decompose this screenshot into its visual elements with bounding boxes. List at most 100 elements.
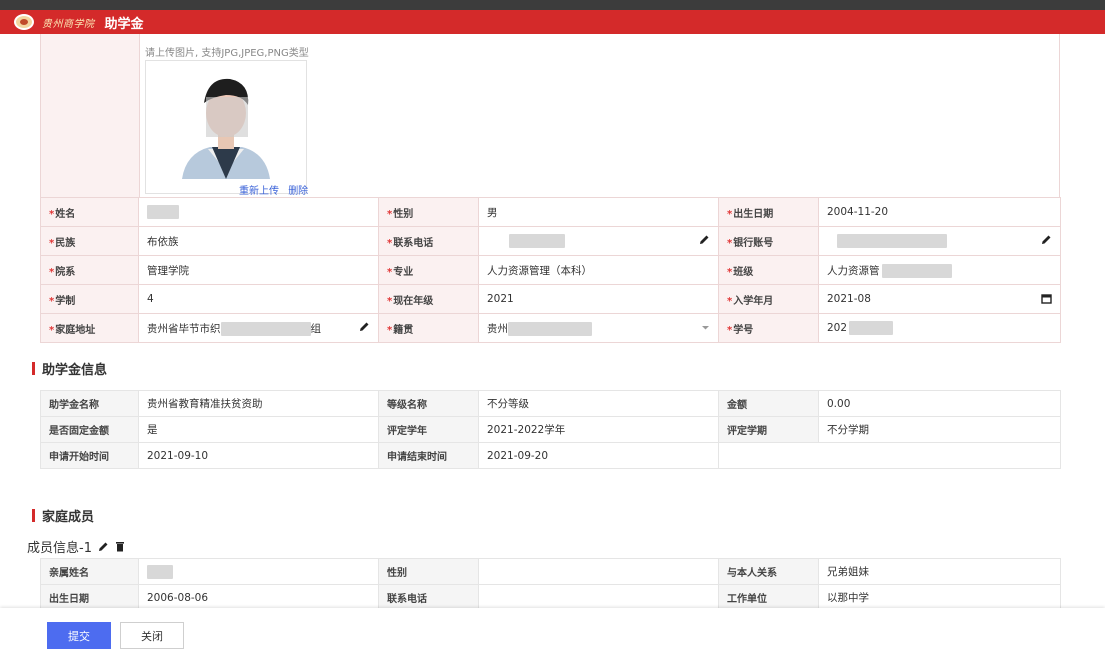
gender-field[interactable]: 男 [478, 197, 719, 227]
grant-name-value: 贵州省教育精准扶贫资助 [138, 390, 379, 417]
relation-label: 与本人关系 [718, 558, 819, 585]
phone-field[interactable] [478, 226, 719, 256]
grant-level-label: 等级名称 [378, 390, 479, 417]
phone-label: *联系电话 [378, 226, 479, 256]
upload-hint: 请上传图片, 支持JPG,JPEG,PNG类型 [145, 48, 309, 59]
ethnic-field[interactable]: 布依族 [138, 226, 379, 256]
pencil-icon[interactable] [1041, 234, 1052, 245]
student-photo-image [146, 61, 306, 193]
table-row: 是否固定金额 是 评定学年 2021-2022学年 评定学期 不分学期 [40, 416, 1061, 443]
gender-label: *性别 [378, 197, 479, 227]
grant-section-title: 助学金信息 [32, 359, 107, 378]
personal-info-table: *姓名 *性别 男 *出生日期 2004-11-20 *民族 布依族 *联系电话… [40, 197, 1061, 343]
photo-actions: 重新上传 删除 [239, 182, 314, 197]
duration-label: *学制 [40, 284, 139, 314]
relative-name-label: 亲属姓名 [40, 558, 139, 585]
duration-field[interactable]: 4 [138, 284, 379, 314]
close-button[interactable]: 关闭 [120, 622, 184, 649]
grade-label: *现在年级 [378, 284, 479, 314]
origin-select[interactable]: 贵州 [478, 313, 719, 343]
college-field[interactable]: 管理学院 [138, 255, 379, 285]
chevron-down-icon[interactable] [701, 323, 710, 332]
assess-term-value: 不分学期 [818, 416, 1061, 443]
photo-label-cell [41, 34, 140, 197]
empty-cell [718, 442, 1061, 469]
relative-birth-value: 2006-08-06 [138, 584, 379, 611]
apply-start-label: 申请开始时间 [40, 442, 139, 469]
table-row: *民族 布依族 *联系电话 *银行账号 [40, 226, 1061, 256]
section-marker [32, 362, 35, 375]
student-id-label: *学号 [718, 313, 819, 343]
school-logo-icon [14, 14, 34, 30]
window-top-edge [0, 0, 1105, 10]
grant-amount-value: 0.00 [818, 390, 1061, 417]
submit-button[interactable]: 提交 [47, 622, 111, 649]
relative-name-value [138, 558, 379, 585]
enroll-date-picker[interactable]: 2021-08 [818, 284, 1061, 314]
section-marker [32, 509, 35, 522]
table-row: *学制 4 *现在年级 2021 *入学年月 2021-08 [40, 284, 1061, 314]
grant-name-label: 助学金名称 [40, 390, 139, 417]
ethnic-label: *民族 [40, 226, 139, 256]
apply-end-label: 申请结束时间 [378, 442, 479, 469]
table-row: 助学金名称 贵州省教育精准扶贫资助 等级名称 不分等级 金额 0.00 [40, 390, 1061, 417]
school-logo-text: 贵州商学院 [42, 18, 95, 30]
apply-end-value: 2021-09-20 [478, 442, 719, 469]
work-unit-label: 工作单位 [718, 584, 819, 611]
fixed-amount-label: 是否固定金额 [40, 416, 139, 443]
class-field[interactable]: 人力资源管 [818, 255, 1061, 285]
table-row: *院系 管理学院 *专业 人力资源管理（本科） *班级 人力资源管 [40, 255, 1061, 285]
member-title: 成员信息-1 [27, 537, 125, 556]
address-field[interactable]: 贵州省毕节市织组 [138, 313, 379, 343]
enroll-label: *入学年月 [718, 284, 819, 314]
assess-year-value: 2021-2022学年 [478, 416, 719, 443]
assess-term-label: 评定学期 [718, 416, 819, 443]
pencil-icon[interactable] [699, 234, 710, 245]
trash-icon[interactable] [115, 541, 125, 552]
relative-birth-label: 出生日期 [40, 584, 139, 611]
action-bar: 提交 关闭 [0, 608, 1105, 660]
major-field[interactable]: 人力资源管理（本科） [478, 255, 719, 285]
delete-photo-link[interactable]: 删除 [288, 186, 308, 197]
table-row: *姓名 *性别 男 *出生日期 2004-11-20 [40, 197, 1061, 227]
table-row: 申请开始时间 2021-09-10 申请结束时间 2021-09-20 [40, 442, 1061, 469]
grant-level-value: 不分等级 [478, 390, 719, 417]
reupload-link[interactable]: 重新上传 [239, 186, 279, 197]
assess-year-label: 评定学年 [378, 416, 479, 443]
birth-field[interactable]: 2004-11-20 [818, 197, 1061, 227]
relative-phone-label: 联系电话 [378, 584, 479, 611]
bank-label: *银行账号 [718, 226, 819, 256]
member-info-table: 亲属姓名 性别 与本人关系 兄弟姐妹 出生日期 2006-08-06 联系电话 … [40, 558, 1061, 611]
table-row: 亲属姓名 性别 与本人关系 兄弟姐妹 [40, 558, 1061, 585]
page-title: 助学金 [104, 16, 144, 32]
class-label: *班级 [718, 255, 819, 285]
calendar-icon[interactable] [1041, 293, 1052, 304]
name-field[interactable] [138, 197, 379, 227]
relative-gender-value [478, 558, 719, 585]
table-row: 出生日期 2006-08-06 联系电话 工作单位 以那中学 [40, 584, 1061, 611]
table-row: *家庭地址 贵州省毕节市织组 *籍贯 贵州 *学号 202 [40, 313, 1061, 343]
bank-field[interactable] [818, 226, 1061, 256]
grant-amount-label: 金额 [718, 390, 819, 417]
student-id-field[interactable]: 202 [818, 313, 1061, 343]
name-label: *姓名 [40, 197, 139, 227]
relative-phone-value [478, 584, 719, 611]
major-label: *专业 [378, 255, 479, 285]
relation-value: 兄弟姐妹 [818, 558, 1061, 585]
student-photo[interactable] [145, 60, 307, 194]
work-unit-value: 以那中学 [818, 584, 1061, 611]
address-label: *家庭地址 [40, 313, 139, 343]
fixed-amount-value: 是 [138, 416, 379, 443]
college-label: *院系 [40, 255, 139, 285]
photo-row: 请上传图片, 支持JPG,JPEG,PNG类型 重新上传 删除 [40, 34, 1060, 198]
app-header: 贵州商学院 助学金 [0, 10, 1105, 34]
grant-info-table: 助学金名称 贵州省教育精准扶贫资助 等级名称 不分等级 金额 0.00 是否固定… [40, 390, 1061, 469]
family-section-title: 家庭成员 [32, 506, 94, 525]
relative-gender-label: 性别 [378, 558, 479, 585]
origin-label: *籍贯 [378, 313, 479, 343]
birth-label: *出生日期 [718, 197, 819, 227]
pencil-icon[interactable] [359, 321, 370, 332]
apply-start-value: 2021-09-10 [138, 442, 379, 469]
grade-field[interactable]: 2021 [478, 284, 719, 314]
pencil-icon[interactable] [98, 541, 109, 552]
